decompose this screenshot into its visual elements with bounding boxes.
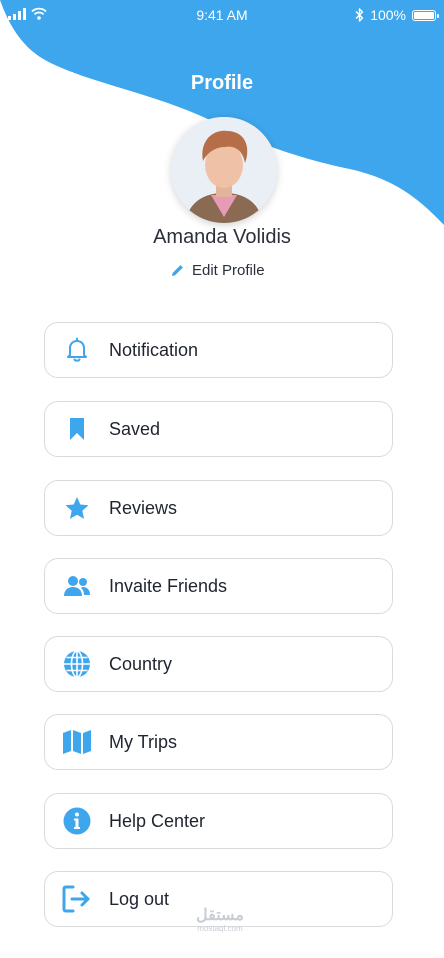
map-icon: [45, 714, 109, 770]
star-icon: [45, 480, 109, 536]
avatar-image: [171, 117, 277, 223]
menu-item-label: Log out: [109, 888, 170, 909]
menu-item-country[interactable]: Country: [44, 636, 393, 692]
page-title: Profile: [190, 72, 254, 94]
pencil-icon: [172, 264, 183, 276]
menu-item-my-trips[interactable]: My Trips: [44, 714, 393, 770]
edit-profile-link[interactable]: Edit Profile: [170, 260, 265, 280]
avatar: [171, 117, 277, 223]
watermark-text: مستقل: [196, 907, 244, 924]
menu-item-label: Invaite Friends: [109, 575, 228, 596]
battery-percent: 100%: [370, 7, 406, 23]
battery-icon: [412, 9, 439, 21]
bookmark-icon: [45, 401, 109, 457]
menu-item-reviews[interactable]: Reviews: [44, 480, 393, 536]
users-icon: [45, 558, 109, 614]
menu-item-invite-friends[interactable]: Invaite Friends: [44, 558, 393, 614]
info-icon: [45, 793, 109, 849]
menu-item-label: Notification: [109, 339, 199, 360]
menu-item-label: Help Center: [109, 810, 206, 831]
menu-item-saved[interactable]: Saved: [44, 401, 393, 457]
menu-item-label: Reviews: [109, 497, 178, 518]
bluetooth-icon: [355, 8, 364, 22]
menu-item-help-center[interactable]: Help Center: [44, 793, 393, 849]
menu-item-label: Saved: [109, 418, 161, 439]
edit-profile-label: Edit Profile: [192, 261, 265, 279]
watermark: مستقل mostaql.com: [196, 908, 244, 933]
menu-item-label: My Trips: [109, 731, 178, 752]
globe-icon: [45, 636, 109, 692]
bell-icon: [45, 322, 109, 378]
logout-icon: [45, 871, 109, 927]
watermark-sub: mostaql.com: [197, 924, 243, 933]
menu-item-notification[interactable]: Notification: [44, 322, 393, 378]
user-name: Amanda Volidis: [153, 226, 291, 248]
menu-item-label: Country: [109, 653, 173, 674]
status-bar: 9:41 AM 100%: [0, 0, 444, 30]
